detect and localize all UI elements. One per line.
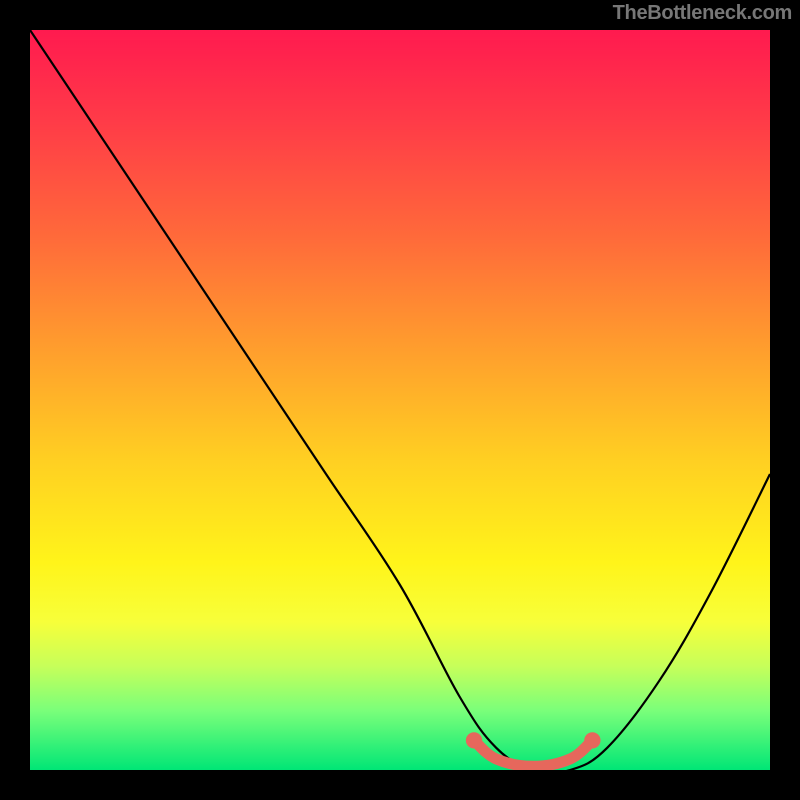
optimal-range-start-dot	[466, 732, 482, 748]
chart-frame: TheBottleneck.com	[0, 0, 800, 800]
optimal-range-end-dot	[584, 732, 600, 748]
attribution-text: TheBottleneck.com	[613, 2, 792, 25]
bottleneck-curve	[30, 30, 770, 770]
plot-area	[30, 30, 770, 770]
curve-svg	[30, 30, 770, 770]
